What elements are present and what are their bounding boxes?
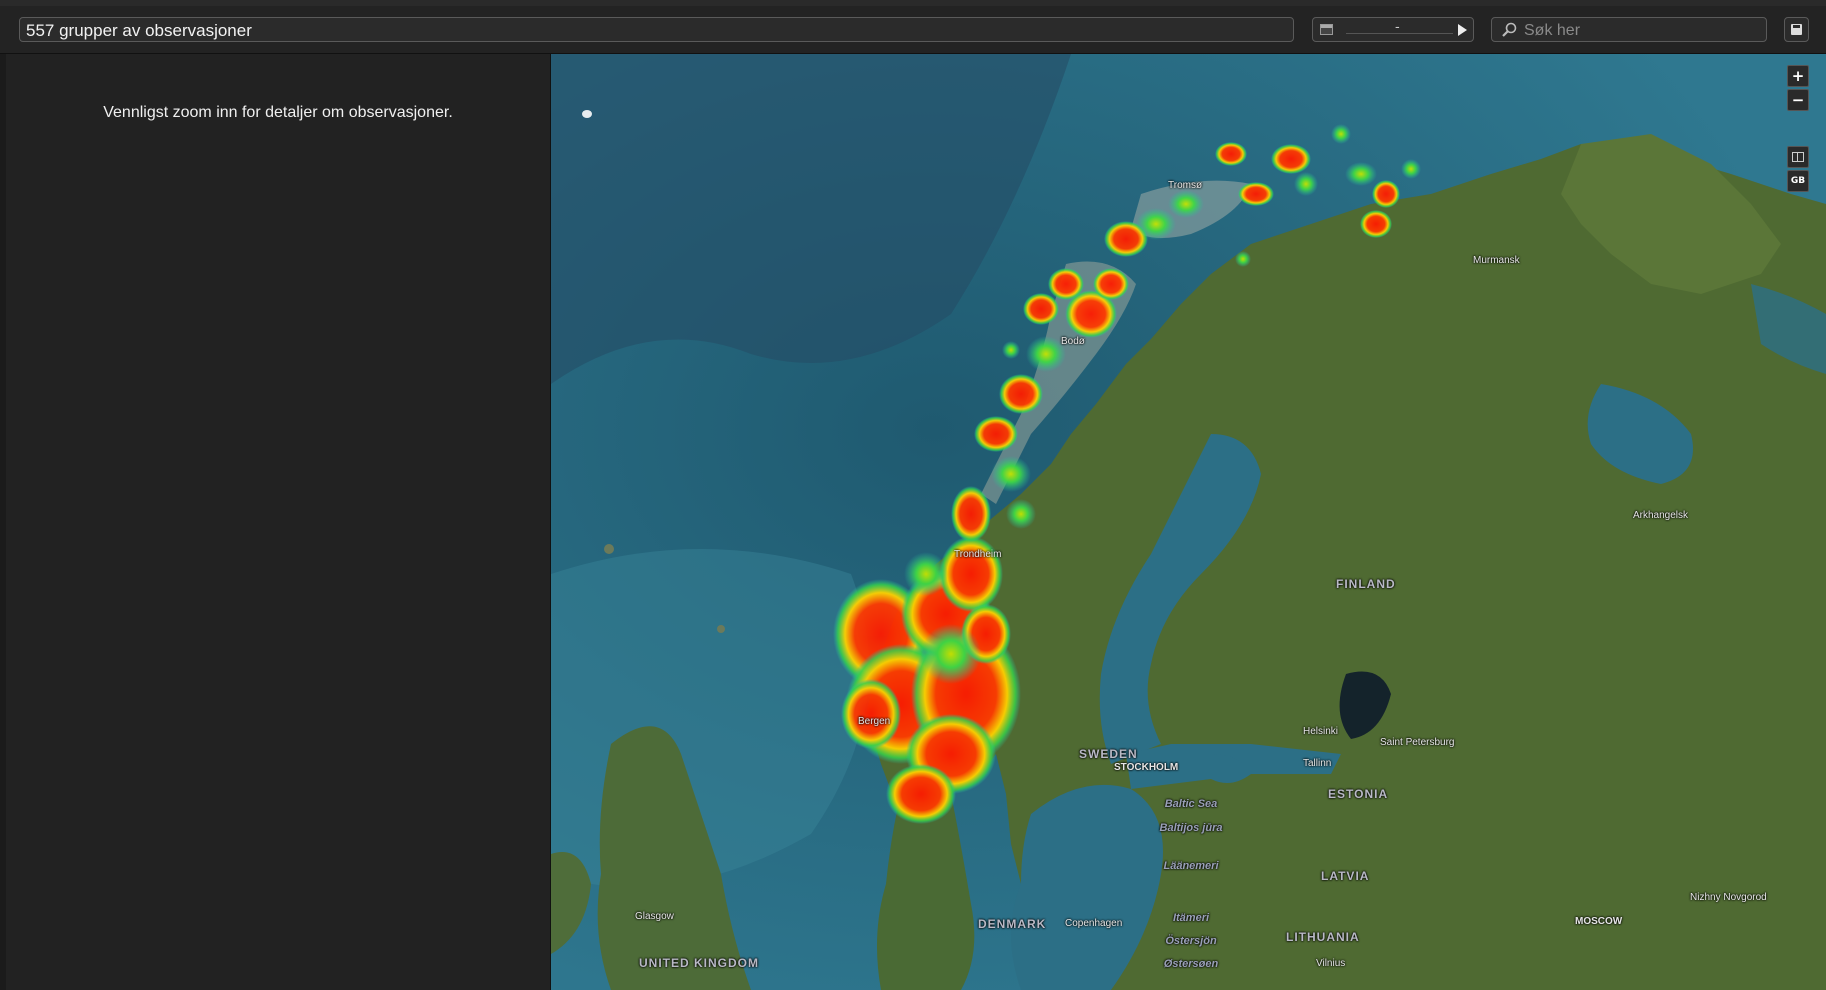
label-murmansk: Murmansk <box>1473 255 1520 266</box>
label-baltijos: Baltijos jūra <box>1159 822 1223 834</box>
toolbar-edge <box>0 0 1826 6</box>
save-icon <box>1791 24 1802 35</box>
label-vilnius: Vilnius <box>1316 958 1346 969</box>
label-united-kingdom: UNITED KINGDOM <box>639 956 759 970</box>
label-sweden: SWEDEN <box>1079 747 1138 761</box>
label-tromso: Tromsø <box>1168 180 1203 191</box>
map-layers-button[interactable] <box>1787 146 1809 168</box>
search-input[interactable] <box>1522 19 1764 42</box>
label-arkhangelsk: Arkhangelsk <box>1633 510 1689 521</box>
label-ostersjon: Östersjön <box>1165 935 1217 947</box>
label-trondheim: Trondheim <box>954 549 1002 560</box>
date-separator: - <box>1395 20 1400 35</box>
search-box[interactable] <box>1491 17 1767 42</box>
language-button[interactable]: GB <box>1787 170 1809 192</box>
label-nizhny-novgorod: Nizhny Novgorod <box>1690 892 1767 903</box>
play-icon[interactable] <box>1458 24 1467 36</box>
book-icon <box>1792 152 1804 162</box>
zoom-out-button[interactable]: − <box>1787 89 1809 111</box>
observation-group-count: 557 grupper av observasjoner <box>19 17 1294 42</box>
calendar-icon[interactable] <box>1320 24 1333 35</box>
label-bodo: Bodø <box>1061 336 1085 347</box>
label-copenhagen: Copenhagen <box>1065 918 1123 929</box>
label-stockholm: STOCKHOLM <box>1114 762 1179 773</box>
label-laanemeri: Läänemeri <box>1163 860 1219 872</box>
label-glasgow: Glasgow <box>635 911 674 922</box>
sidebar-panel: Vennligst zoom inn for detaljer om obser… <box>6 54 551 990</box>
zoom-in-button[interactable]: + <box>1787 65 1809 87</box>
save-button[interactable] <box>1784 17 1809 42</box>
zoom-in-hint: Vennligst zoom inn for detaljer om obser… <box>103 104 453 121</box>
search-icon <box>1502 22 1517 37</box>
label-moscow: MOSCOW <box>1575 916 1623 927</box>
label-tallinn: Tallinn <box>1303 758 1332 769</box>
label-bergen: Bergen <box>858 716 891 727</box>
label-finland: FINLAND <box>1336 577 1396 591</box>
label-latvia: LATVIA <box>1321 869 1370 883</box>
label-ostersoen: Østersøen <box>1163 958 1219 970</box>
label-itameri: Itämeri <box>1172 912 1210 924</box>
top-toolbar: 557 grupper av observasjoner - <box>0 0 1826 54</box>
map-view[interactable]: Tromsø Bodø Trondheim Bergen Murmansk Ar… <box>551 54 1826 990</box>
map-basemap <box>551 54 1826 990</box>
label-helsinki: Helsinki <box>1303 726 1339 737</box>
label-denmark: DENMARK <box>978 917 1047 931</box>
label-baltic-sea: Baltic Sea <box>1164 798 1218 810</box>
label-estonia: ESTONIA <box>1328 787 1389 801</box>
label-saint-petersburg: Saint Petersburg <box>1380 737 1455 748</box>
date-range-filter[interactable]: - <box>1312 17 1474 42</box>
label-lithuania: LITHUANIA <box>1286 930 1360 944</box>
